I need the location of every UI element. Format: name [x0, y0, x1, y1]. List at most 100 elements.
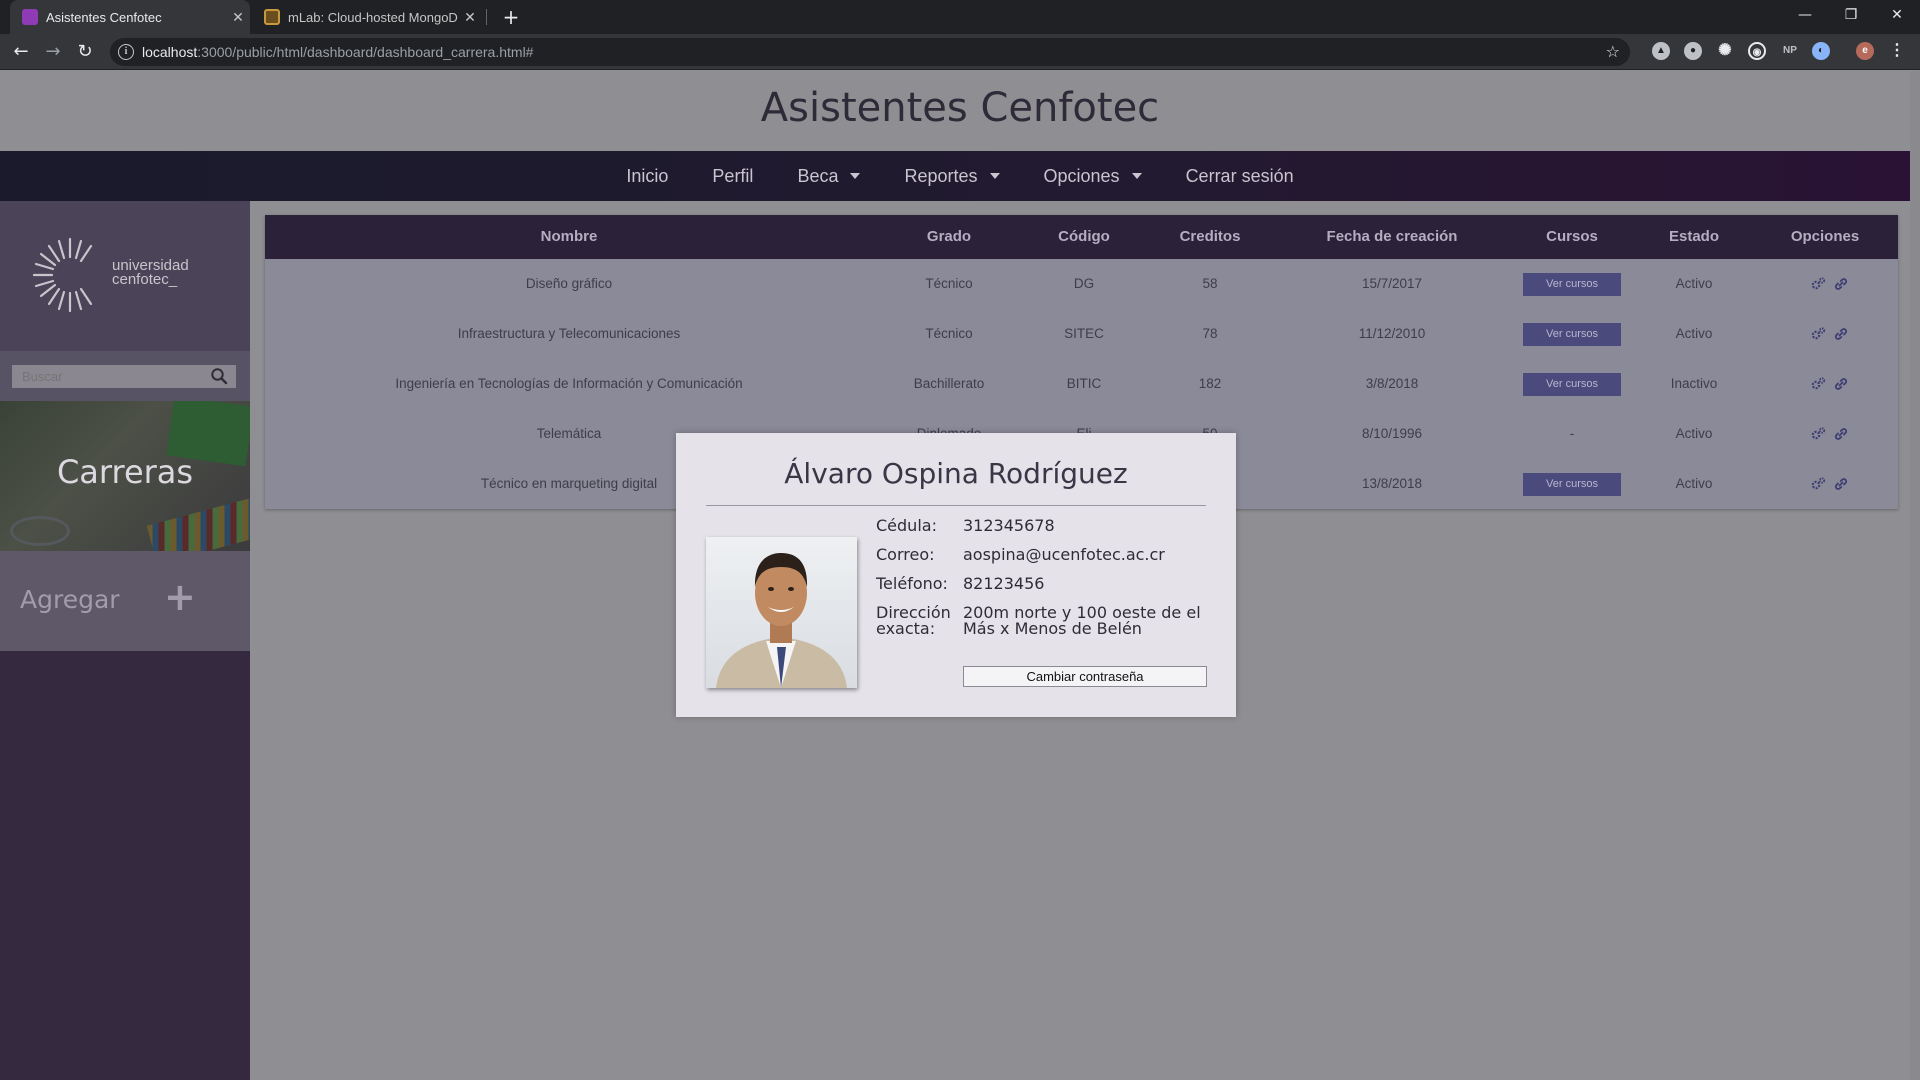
- cell-nombre: Diseño gráfico: [525, 276, 613, 291]
- nav-beca[interactable]: Beca: [775, 166, 882, 187]
- logo-text: universidad cenfotec_: [112, 258, 189, 288]
- cell-estado: Activo: [1675, 476, 1713, 491]
- column-header: Creditos: [1179, 228, 1241, 245]
- new-tab-icon[interactable]: +: [498, 4, 524, 30]
- settings-gears-icon[interactable]: [1810, 376, 1826, 392]
- cell-estado: Activo: [1675, 426, 1713, 441]
- bookmark-star-icon[interactable]: ☆: [1606, 38, 1620, 66]
- link-icon[interactable]: [1833, 476, 1849, 492]
- drive-extension-icon[interactable]: ▲: [1652, 42, 1670, 60]
- change-password-button[interactable]: Cambiar contraseña: [963, 666, 1207, 687]
- nav-reportes[interactable]: Reportes: [882, 166, 1021, 187]
- plus-icon: +: [164, 575, 196, 619]
- column-header: Código: [1058, 228, 1110, 245]
- page-title: Asistentes Cenfotec: [760, 85, 1160, 131]
- window-close-icon[interactable]: ✕: [1874, 0, 1920, 30]
- url-path: :3000/public/html/dashboard/dashboard_ca…: [197, 44, 534, 60]
- search-input[interactable]: [12, 365, 236, 388]
- nav-perfil[interactable]: Perfil: [690, 166, 775, 187]
- nav-label: Perfil: [712, 165, 754, 186]
- link-icon[interactable]: [1833, 326, 1849, 342]
- caret-down-icon: [1131, 173, 1142, 179]
- link-icon[interactable]: [1833, 426, 1849, 442]
- ver-cursos-button[interactable]: Ver cursos: [1523, 273, 1621, 296]
- page-scrollbar[interactable]: [1910, 71, 1920, 1080]
- react-extension-icon[interactable]: ✺: [1716, 42, 1734, 60]
- cell-fecha: 8/10/1996: [1361, 426, 1423, 441]
- telefono-value: 82123456: [963, 574, 1045, 593]
- browser-tab-strip: Asistentes Cenfotec ✕ mLab: Cloud-hosted…: [0, 0, 1920, 34]
- restore-icon[interactable]: ❐: [1828, 0, 1874, 30]
- back-icon[interactable]: ←: [8, 39, 34, 65]
- logo: universidad cenfotec_: [0, 201, 250, 351]
- correo-label: Correo:: [876, 545, 935, 564]
- profile-photo: [706, 537, 857, 688]
- ver-cursos-button[interactable]: Ver cursos: [1523, 373, 1621, 396]
- np-extension-icon[interactable]: NP: [1778, 42, 1802, 60]
- target-extension-icon[interactable]: ◉: [1748, 42, 1766, 60]
- ver-cursos-button[interactable]: Ver cursos: [1523, 473, 1621, 496]
- cell-codigo: SITEC: [1064, 326, 1104, 341]
- direccion-value-cont: Más x Menos de Belén: [963, 619, 1142, 638]
- url-field[interactable]: i localhost:3000/public/html/dashboard/d…: [110, 38, 1630, 66]
- nav-inicio[interactable]: Inicio: [604, 166, 690, 187]
- profile-modal: Álvaro Ospina Rodríguez Cédula: 31234567…: [676, 433, 1236, 717]
- profile-name: Álvaro Ospina Rodríguez: [784, 457, 1128, 490]
- cell-fecha: 11/12/2010: [1358, 326, 1426, 341]
- link-icon[interactable]: [1833, 276, 1849, 292]
- caret-down-icon: [989, 173, 1000, 179]
- sidebar: universidad cenfotec_ Carreras Agregar +: [0, 201, 250, 1080]
- cedula-label: Cédula:: [876, 516, 937, 535]
- address-bar: ← → ↻ i localhost:3000/public/html/dashb…: [0, 34, 1920, 70]
- nav-opciones[interactable]: Opciones: [1022, 166, 1164, 187]
- url-text: localhost:3000/public/html/dashboard/das…: [142, 38, 533, 66]
- caret-down-icon: [850, 173, 861, 179]
- settings-gears-icon[interactable]: [1810, 476, 1826, 492]
- profile-avatar[interactable]: e: [1856, 42, 1874, 60]
- correo-value: aospina@ucenfotec.ac.cr: [963, 545, 1165, 564]
- cell-estado: Activo: [1675, 326, 1713, 341]
- close-icon[interactable]: ✕: [458, 9, 482, 26]
- search-icon[interactable]: [210, 367, 228, 385]
- cenfotec-favicon-icon: [22, 9, 38, 25]
- hero-decoration: [146, 497, 250, 551]
- search-area: [0, 351, 250, 401]
- divider: [706, 505, 1206, 506]
- cell-nombre: Ingeniería en Tecnologías de Información…: [395, 376, 743, 391]
- vpn-extension-icon[interactable]: ◐: [1812, 42, 1830, 60]
- settings-gears-icon[interactable]: [1810, 426, 1826, 442]
- add-button[interactable]: Agregar +: [0, 551, 250, 651]
- ver-cursos-button[interactable]: Ver cursos: [1523, 323, 1621, 346]
- link-icon[interactable]: [1833, 376, 1849, 392]
- cell-fecha: 15/7/2017: [1361, 276, 1423, 291]
- cell-grado: Bachillerato: [913, 376, 985, 391]
- nav-label: Inicio: [626, 165, 669, 186]
- cell-nombre: Técnico en marqueting digital: [480, 476, 658, 491]
- settings-gears-icon[interactable]: [1810, 326, 1826, 342]
- direccion-label-cont: exacta:: [876, 619, 936, 638]
- tab-mlab[interactable]: mLab: Cloud-hosted MongoDB ✕: [252, 0, 482, 34]
- column-header: Cursos: [1546, 228, 1598, 245]
- cell-cursos: -: [1569, 426, 1575, 441]
- reload-icon[interactable]: ↻: [72, 39, 98, 65]
- section-title: Carreras: [56, 453, 194, 491]
- url-host: localhost: [142, 44, 198, 60]
- minimize-icon[interactable]: —: [1782, 0, 1828, 30]
- telefono-label: Teléfono:: [876, 574, 948, 593]
- nav-label: Cerrar sesión: [1185, 165, 1294, 186]
- hero-decoration: [10, 516, 70, 546]
- cell-estado: Inactivo: [1670, 376, 1718, 391]
- nav-cerrar-sesion[interactable]: Cerrar sesión: [1164, 166, 1316, 187]
- extension-icon[interactable]: ●: [1684, 42, 1702, 60]
- menu-kebab-icon[interactable]: ⋮: [1888, 42, 1906, 60]
- tab-asistentes-cenfotec[interactable]: Asistentes Cenfotec ✕: [10, 0, 250, 34]
- forward-icon[interactable]: →: [40, 39, 66, 65]
- person-portrait-icon: [716, 553, 847, 688]
- logo-line-2: cenfotec_: [112, 271, 178, 288]
- section-hero: Carreras: [0, 401, 250, 551]
- settings-gears-icon[interactable]: [1810, 276, 1826, 292]
- cenfotec-logo-icon: [32, 237, 93, 313]
- cell-nombre: Telemática: [536, 426, 602, 441]
- close-icon[interactable]: ✕: [226, 9, 250, 26]
- site-info-icon[interactable]: i: [118, 44, 134, 60]
